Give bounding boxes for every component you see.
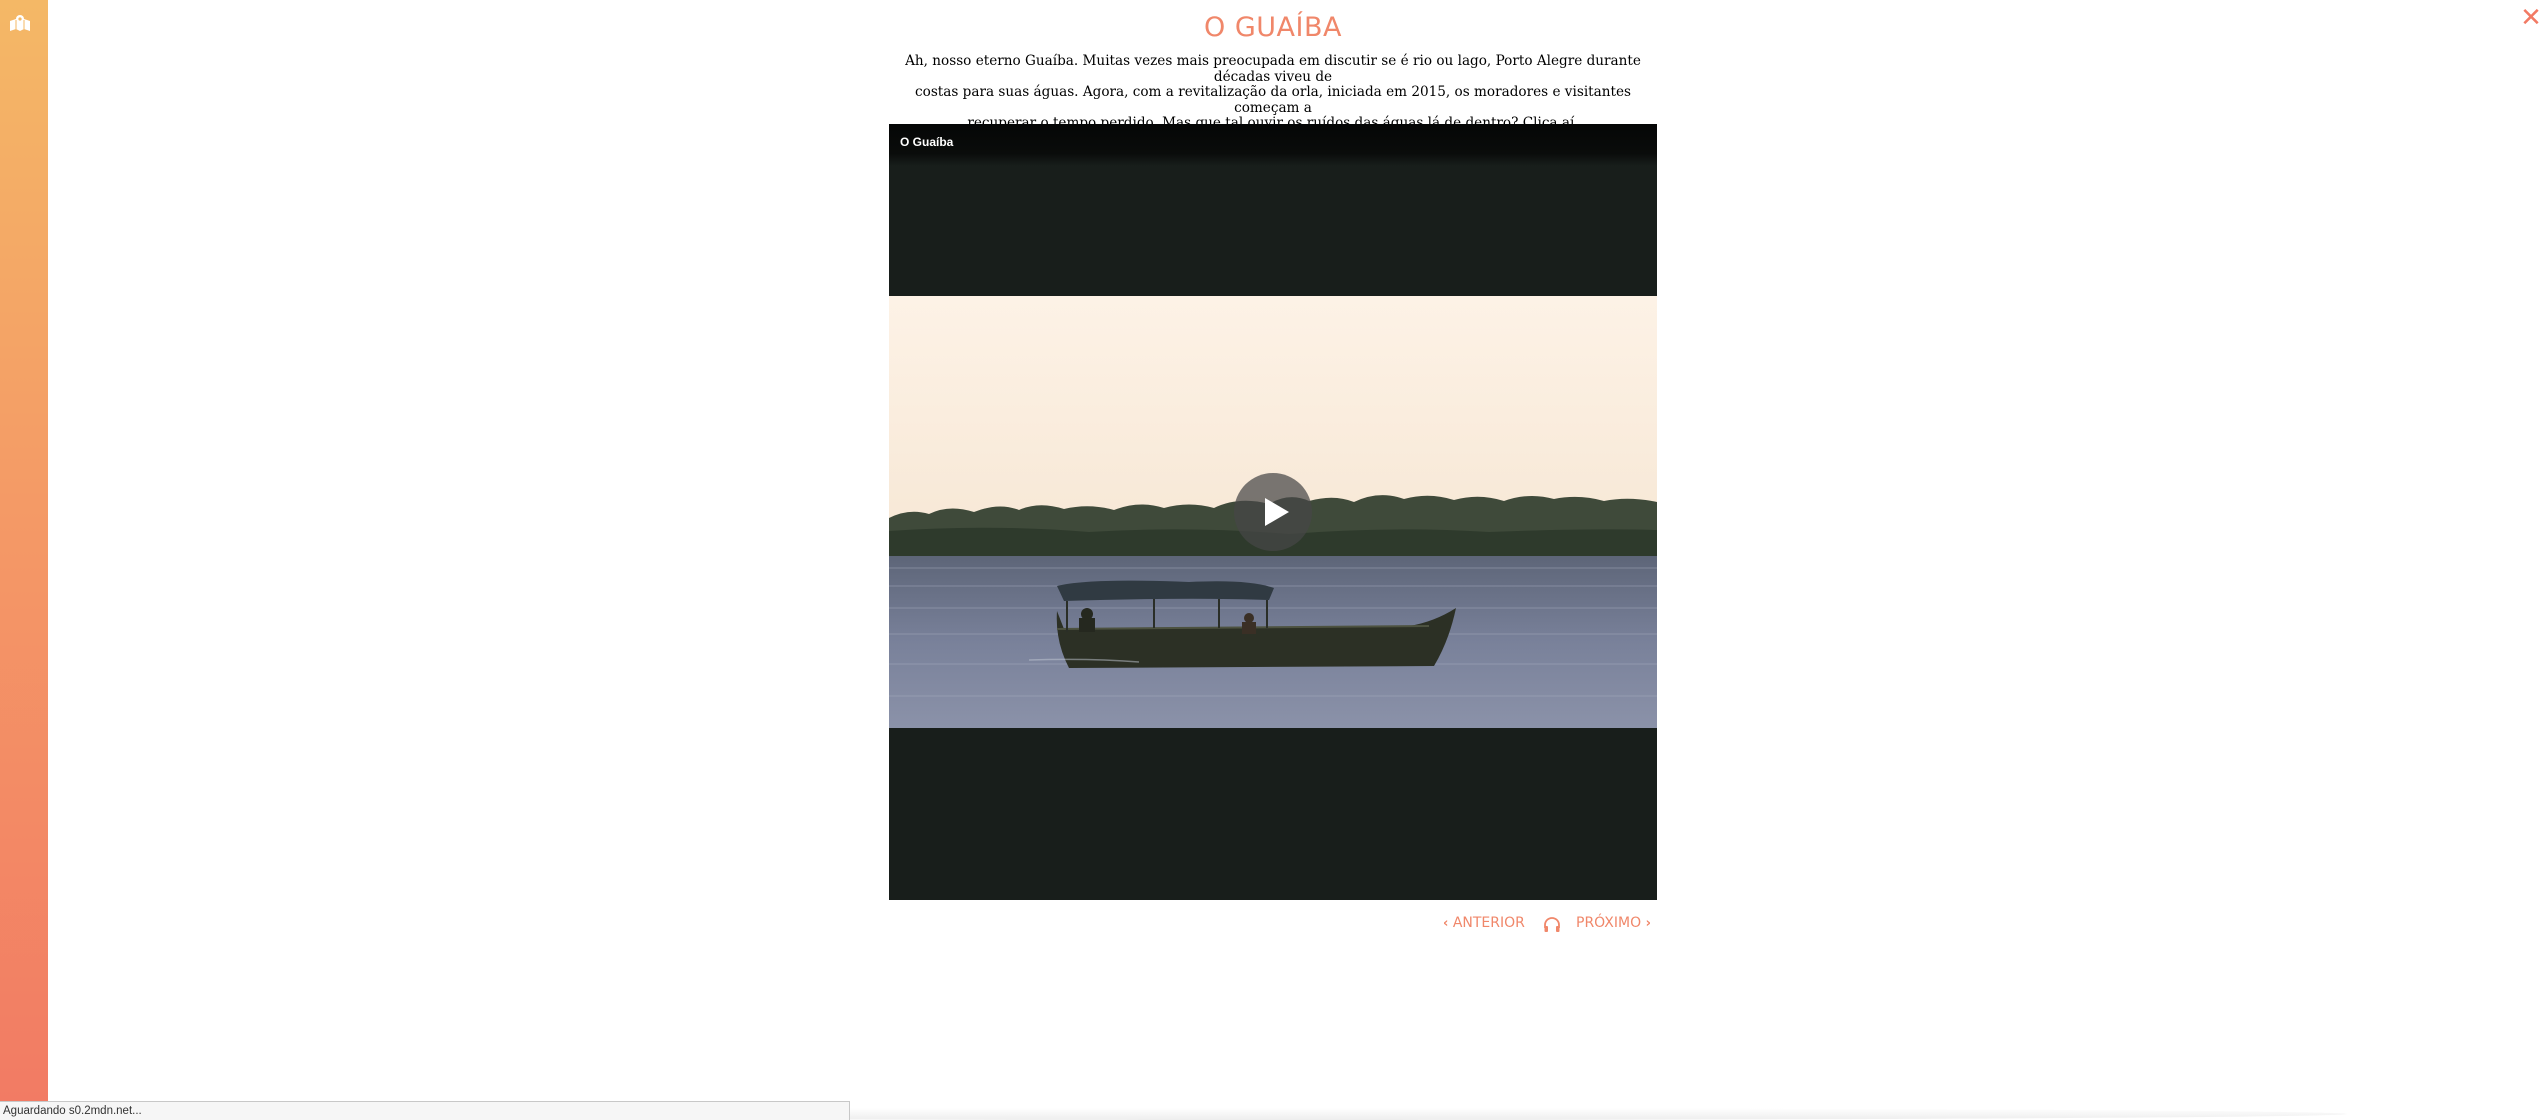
headphones-icon[interactable] (1543, 916, 1561, 934)
description-line: costas para suas águas. Agora, com a rev… (915, 84, 1631, 116)
chevron-right-icon: › (1645, 916, 1651, 931)
close-icon[interactable]: ✕ (2517, 4, 2545, 32)
play-icon (1265, 498, 1289, 526)
previous-label: ANTERIOR (1452, 915, 1525, 931)
article-description: Ah, nosso eterno Guaíba. Muitas vezes ma… (889, 53, 1657, 132)
page: ✕ O GUAÍBA Ah, nosso eterno Guaíba. Muit… (0, 0, 2547, 1120)
video-player[interactable]: O Guaíba (889, 124, 1657, 900)
description-line: Ah, nosso eterno Guaíba. Muitas vezes ma… (905, 53, 1641, 85)
map-icon[interactable] (9, 13, 31, 33)
browser-status-bar: Aguardando s0.2mdn.net... (0, 1101, 850, 1120)
sidebar (0, 0, 48, 1120)
page-title: O GUAÍBA (1204, 12, 1342, 43)
next-label: PRÓXIMO (1576, 915, 1642, 931)
previous-button[interactable]: ‹ ANTERIOR (1443, 915, 1525, 935)
chevron-left-icon: ‹ (1443, 916, 1449, 931)
next-button[interactable]: PRÓXIMO › (1576, 915, 1651, 935)
video-title: O Guaíba (900, 135, 954, 149)
play-button[interactable] (1234, 473, 1312, 551)
video-header: O Guaíba (889, 124, 1657, 166)
